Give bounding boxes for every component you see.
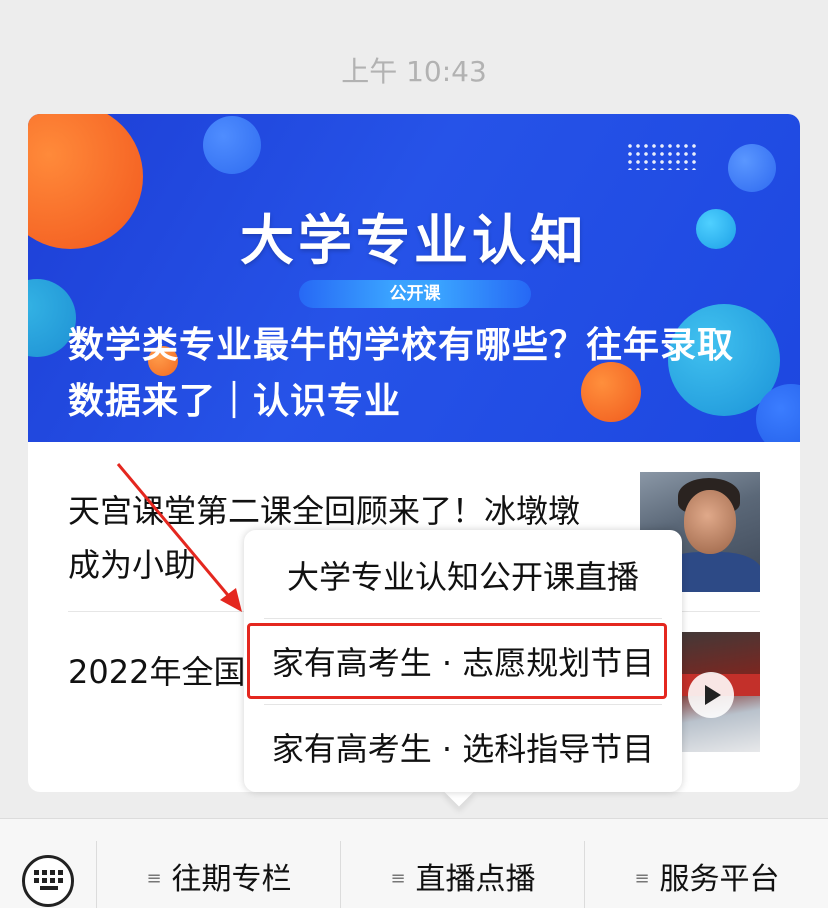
highlight-annotation-box bbox=[247, 623, 667, 699]
divider bbox=[96, 841, 97, 908]
tab-service-platform[interactable]: ≡ 服务平台 bbox=[586, 819, 828, 908]
play-icon[interactable] bbox=[688, 672, 734, 718]
divider bbox=[340, 841, 341, 908]
submenu-item-subject-selection[interactable]: 家有高考生 · 选科指导节目 bbox=[244, 706, 682, 792]
divider bbox=[264, 618, 662, 619]
tab-past-columns[interactable]: ≡ 往期专栏 bbox=[98, 819, 340, 908]
tab-label: 直播点播 bbox=[415, 862, 536, 897]
menu-lines-icon: ≡ bbox=[146, 868, 162, 889]
submenu-item-live-course[interactable]: 大学专业认知公开课直播 bbox=[244, 534, 682, 620]
menu-lines-icon: ≡ bbox=[634, 868, 650, 889]
tab-label: 往期专栏 bbox=[171, 862, 292, 897]
thumbnail-figure bbox=[684, 490, 736, 554]
tab-label: 服务平台 bbox=[659, 862, 780, 897]
menu-lines-icon: ≡ bbox=[390, 868, 406, 889]
divider bbox=[264, 704, 662, 705]
bottom-menu-bar: ≡ 往期专栏 ≡ 直播点播 ≡ 服务平台 bbox=[0, 818, 828, 908]
keyboard-icon[interactable] bbox=[22, 855, 74, 907]
divider bbox=[584, 841, 585, 908]
tab-live-vod[interactable]: ≡ 直播点播 bbox=[342, 819, 584, 908]
message-timestamp: 上午 10:43 bbox=[341, 55, 487, 88]
